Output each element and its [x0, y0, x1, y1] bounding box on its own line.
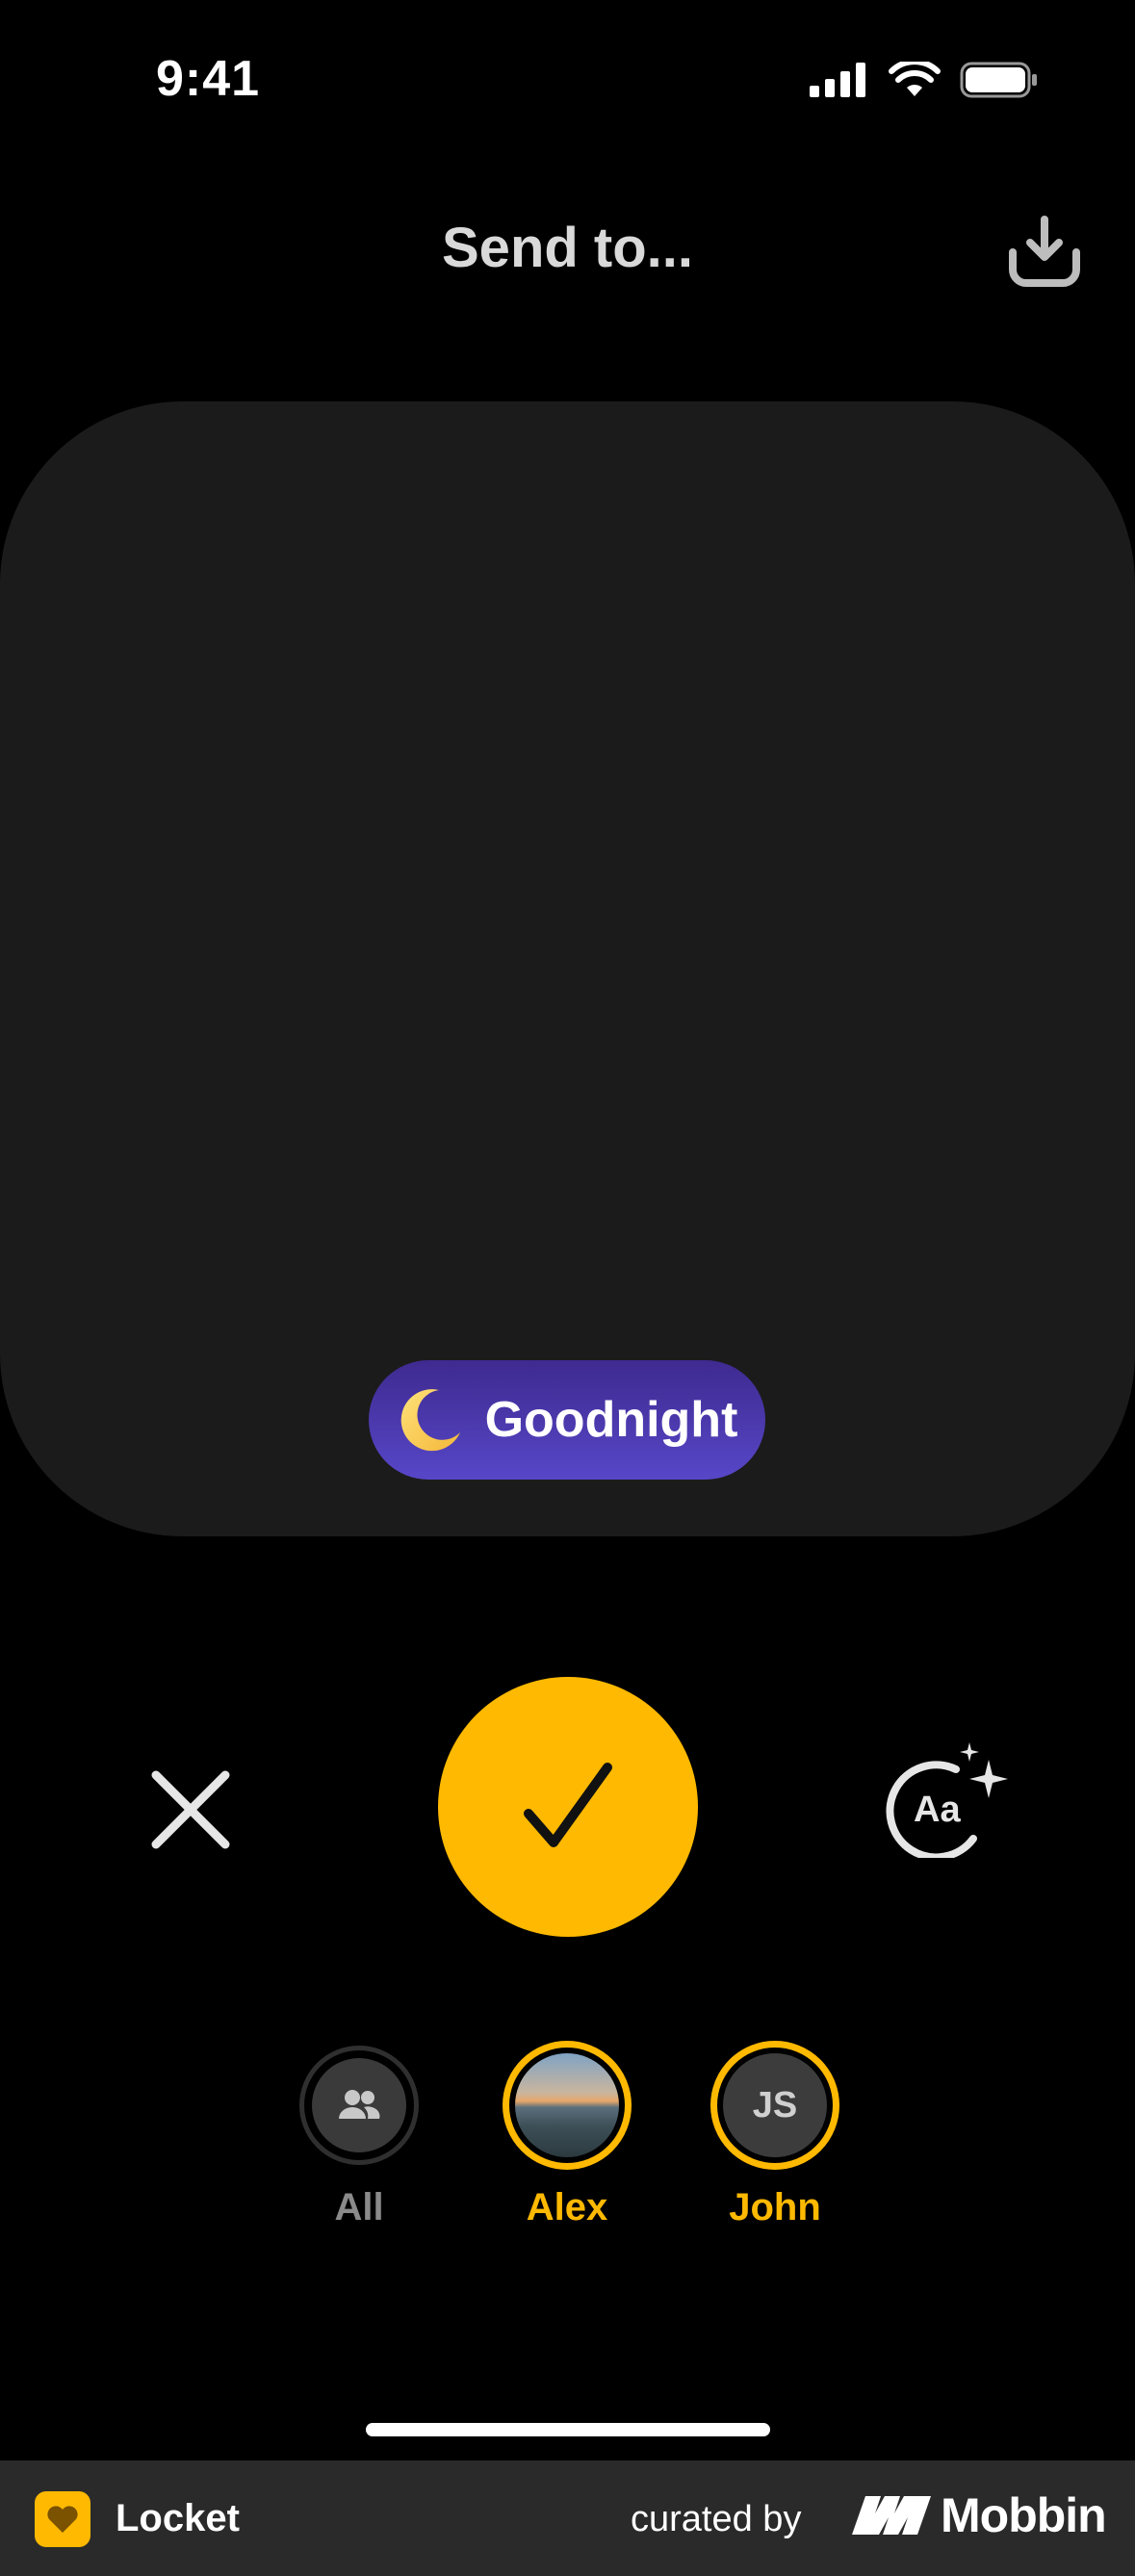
- recipient-alex[interactable]: Alex: [480, 2041, 654, 2229]
- avatar-photo: [515, 2053, 619, 2157]
- mood-caption-label: Goodnight: [484, 1392, 738, 1448]
- recipient-all[interactable]: All: [272, 2046, 446, 2229]
- recipient-alex-ring: [503, 2041, 632, 2170]
- svg-text:Aa: Aa: [914, 1790, 961, 1830]
- mobbin-mark-icon: [852, 2496, 931, 2535]
- status-bar: 9:41: [0, 0, 1135, 173]
- recipient-label: John: [729, 2186, 821, 2228]
- home-indicator: [366, 2423, 770, 2436]
- avatar: [312, 2058, 406, 2152]
- mood-caption-pill[interactable]: Goodnight: [369, 1360, 765, 1480]
- checkmark-icon: [524, 1763, 612, 1847]
- recipient-john-ring: JS: [710, 2041, 839, 2170]
- download-icon: [1009, 216, 1080, 287]
- people-icon: [339, 2090, 380, 2119]
- cancel-button[interactable]: [142, 1762, 239, 1858]
- footer-bar: Locket curated by Mobbin: [0, 2460, 1135, 2576]
- crescent-moon-icon: [400, 1389, 460, 1452]
- download-button[interactable]: [1001, 214, 1088, 291]
- mobbin-logo: Mobbin: [852, 2487, 1107, 2543]
- mobbin-wordmark: Mobbin: [941, 2488, 1107, 2542]
- app-name: Locket: [116, 2497, 240, 2539]
- recipient-label: All: [334, 2186, 384, 2228]
- status-icons: [810, 62, 1039, 98]
- text-sparkle-icon: Aa: [886, 1742, 1008, 1862]
- caption-style-button[interactable]: Aa: [881, 1742, 1016, 1862]
- wifi-icon: [889, 62, 941, 96]
- send-button[interactable]: [438, 1677, 698, 1937]
- battery-icon: [960, 62, 1037, 98]
- cellular-signal-icon: [810, 63, 865, 97]
- close-icon: [151, 1770, 230, 1849]
- app-logo: [35, 2491, 90, 2547]
- page-title: Send to...: [442, 217, 693, 279]
- recipient-all-ring: [299, 2046, 419, 2165]
- status-time: 9:41: [156, 51, 261, 107]
- recipient-john[interactable]: JS John: [688, 2041, 862, 2229]
- heart-icon: [47, 2506, 78, 2533]
- curated-by-label: curated by: [631, 2499, 802, 2539]
- avatar-initials: JS: [723, 2053, 827, 2157]
- recipient-label: Alex: [526, 2186, 608, 2228]
